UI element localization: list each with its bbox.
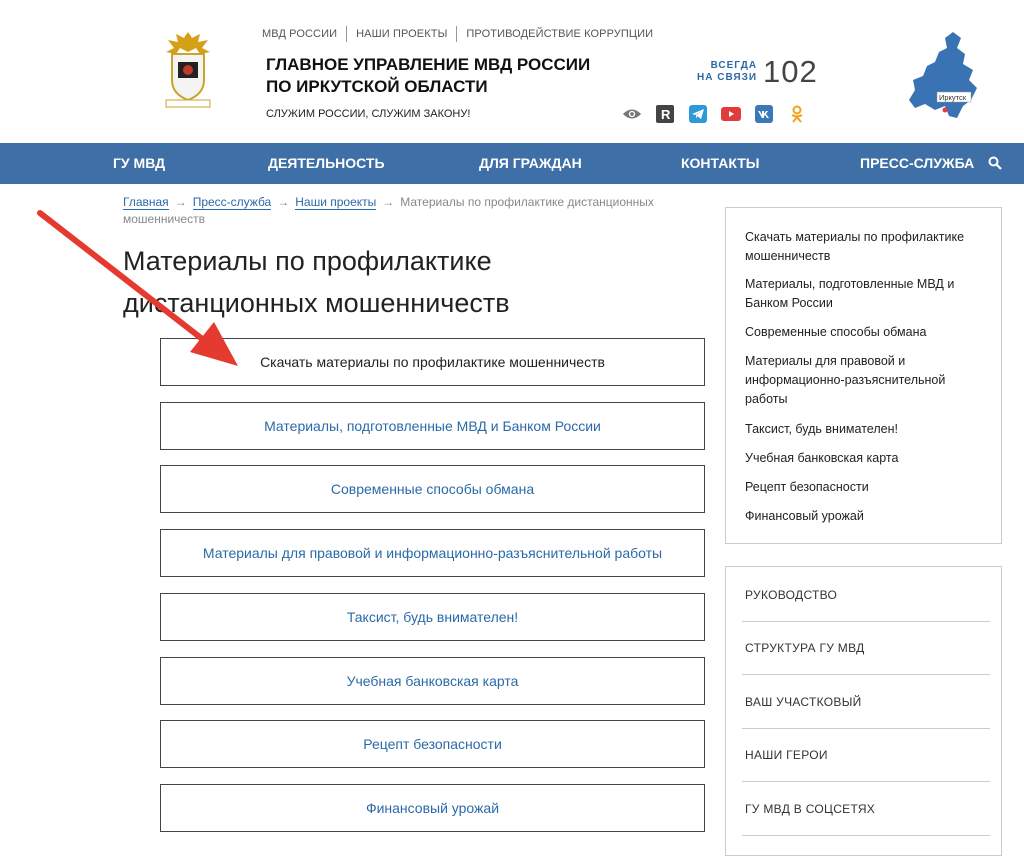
sidebar-section-district-officer[interactable]: ВАШ УЧАСТКОВЫЙ: [745, 695, 990, 709]
sidebar-link-taxi-driver[interactable]: Таксист, будь внимателен!: [745, 420, 985, 439]
page-title: Материалы по профилактике дистанционных …: [123, 246, 510, 318]
irkutsk-region-map[interactable]: Иркутск: [905, 30, 985, 126]
sidebar-link-download-materials[interactable]: Скачать материалы по профилактике мошенн…: [745, 228, 985, 266]
sidebar-divider: [742, 674, 990, 675]
link-box-legal-materials[interactable]: Материалы для правовой и информационно-р…: [160, 529, 705, 577]
top-link-mvd-russia[interactable]: МВД РОССИИ: [262, 28, 337, 40]
breadcrumb-arrow-icon: →: [382, 195, 395, 209]
youtube-icon[interactable]: [721, 104, 741, 124]
top-link-anticorruption[interactable]: ПРОТИВОДЕЙСТВИЕ КОРРУПЦИИ: [466, 28, 653, 40]
link-box-training-card[interactable]: Учебная банковская карта: [160, 657, 705, 705]
sidebar-divider: [742, 781, 990, 782]
sidebar-sections: РУКОВОДСТВО СТРУКТУРА ГУ МВД ВАШ УЧАСТКО…: [725, 566, 1002, 856]
mvd-emblem-logo[interactable]: [160, 28, 216, 110]
sidebar-project-links: Скачать материалы по профилактике мошенн…: [725, 207, 1002, 544]
sidebar-link-mvd-bank-materials[interactable]: Материалы, подготовленные МВД и Банком Р…: [745, 275, 985, 313]
social-icons: R: [622, 104, 807, 124]
nav-item-press-service[interactable]: ПРЕСС-СЛУЖБА: [860, 143, 974, 184]
breadcrumb-our-projects[interactable]: Наши проекты: [295, 195, 377, 210]
nav-item-activity[interactable]: ДЕЯТЕЛЬНОСТЬ: [268, 143, 385, 184]
link-box-financial-harvest[interactable]: Финансовый урожай: [160, 784, 705, 832]
always-line1: ВСЕГДА: [710, 60, 758, 71]
always-line2: НА СВЯЗИ: [697, 72, 758, 83]
sidebar-section-our-heroes[interactable]: НАШИ ГЕРОИ: [745, 748, 990, 762]
breadcrumb-home[interactable]: Главная: [123, 195, 169, 210]
link-box-taxi-driver[interactable]: Таксист, будь внимателен!: [160, 593, 705, 641]
sidebar-link-legal-materials[interactable]: Материалы для правовой и информационно-р…: [745, 352, 985, 409]
breadcrumb-press-service[interactable]: Пресс-служба: [192, 195, 272, 210]
org-title-line2: ПО ИРКУТСКОЙ ОБЛАСТИ: [266, 77, 488, 96]
svg-text:R: R: [661, 107, 671, 122]
link-box-modern-fraud[interactable]: Современные способы обмана: [160, 465, 705, 513]
sidebar-section-structure[interactable]: СТРУКТУРА ГУ МВД: [745, 641, 990, 655]
breadcrumb: Главная → Пресс-служба → Наши проекты → Матери…: [123, 194, 683, 228]
eye-icon[interactable]: [622, 104, 642, 124]
r-icon[interactable]: R: [655, 104, 675, 124]
sidebar-divider: [742, 728, 990, 729]
sidebar-link-financial-harvest[interactable]: Финансовый урожай: [745, 507, 985, 526]
org-title[interactable]: ГЛАВНОЕ УПРАВЛЕНИЕ МВД РОССИИ ПО ИРКУТСК…: [266, 54, 590, 98]
site-header: МВД РОССИИ НАШИ ПРОЕКТЫ ПРОТИВОДЕЙСТВИЕ КО…: [0, 0, 1024, 143]
nav-item-for-citizens[interactable]: ДЛЯ ГРАЖДАН: [479, 143, 582, 184]
sidebar-link-safety-recipe[interactable]: Рецепт безопасности: [745, 478, 985, 497]
nav-item-gu-mvd[interactable]: ГУ МВД: [113, 143, 165, 184]
emergency-phone[interactable]: 102: [763, 54, 818, 90]
search-icon[interactable]: [988, 156, 1002, 170]
sidebar-link-training-card[interactable]: Учебная банковская карта: [745, 449, 985, 468]
nav-item-contacts[interactable]: КОНТАКТЫ: [681, 143, 759, 184]
sidebar-divider: [742, 835, 990, 836]
link-box-mvd-bank-materials[interactable]: Материалы, подготовленные МВД и Банком Р…: [160, 402, 705, 450]
link-box-download-materials[interactable]: Скачать материалы по профилактике мошенн…: [160, 338, 705, 386]
sidebar-link-modern-fraud[interactable]: Современные способы обмана: [745, 323, 985, 342]
breadcrumb-arrow-icon: →: [174, 195, 187, 209]
sidebar-divider: [742, 621, 990, 622]
top-links-separator: [456, 26, 458, 42]
sidebar-section-social-networks[interactable]: ГУ МВД В СОЦСЕТЯХ: [745, 802, 990, 816]
link-box-safety-recipe[interactable]: Рецепт безопасности: [160, 720, 705, 768]
top-links-separator: [346, 26, 348, 42]
org-title-line1: ГЛАВНОЕ УПРАВЛЕНИЕ МВД РОССИИ: [266, 55, 591, 74]
slogan: СЛУЖИМ РОССИИ, СЛУЖИМ ЗАКОНУ!: [266, 108, 471, 120]
map-city-label: Иркутск: [939, 93, 967, 102]
always-connected-label: ВСЕГДА НА СВЯЗИ: [697, 60, 757, 84]
top-link-our-projects[interactable]: НАШИ ПРОЕКТЫ: [356, 28, 447, 40]
telegram-icon[interactable]: [688, 104, 708, 124]
vk-icon[interactable]: [754, 104, 774, 124]
breadcrumb-arrow-icon: →: [277, 195, 290, 209]
sidebar-section-leadership[interactable]: РУКОВОДСТВО: [745, 588, 990, 602]
ok-icon[interactable]: [787, 104, 807, 124]
main-nav: ГУ МВД ДЕЯТЕЛЬНОСТЬ ДЛЯ ГРАЖДАН КОНТАКТЫ…: [0, 143, 1024, 184]
top-links: МВД РОССИИ НАШИ ПРОЕКТЫ ПРОТИВОДЕЙСТВИЕ КО…: [262, 26, 653, 42]
